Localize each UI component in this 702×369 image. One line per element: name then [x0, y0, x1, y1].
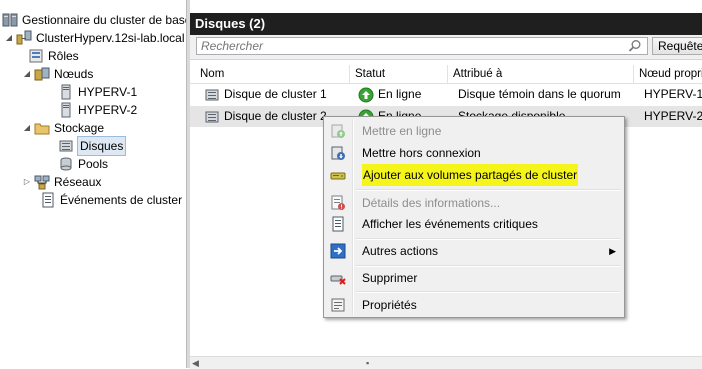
collapse-arrow-icon[interactable]: ◢ — [4, 29, 14, 47]
roles-icon — [29, 49, 43, 63]
menu-label: Afficher les événements critiques — [362, 217, 538, 231]
top-strip — [190, 0, 702, 13]
menu-item-more-actions[interactable]: Autres actions ▶ — [326, 240, 622, 262]
menu-label: Propriétés — [362, 298, 417, 312]
page-title: Disques (2) — [190, 13, 702, 35]
server-icon — [61, 84, 71, 100]
tree-networks-label: Réseaux — [54, 175, 102, 189]
menu-item-bring-online[interactable]: Mettre en ligne — [326, 120, 622, 142]
tree-item-nodes[interactable]: ◢ Nœuds — [22, 65, 93, 83]
tree-item-storage[interactable]: ◢ Stockage — [22, 119, 104, 137]
column-header-assigned[interactable]: Attribué à — [448, 65, 634, 83]
scroll-left-icon[interactable]: ◀ — [192, 358, 199, 369]
take-offline-icon — [331, 146, 345, 160]
column-header-status[interactable]: Statut — [350, 65, 448, 83]
tree-events-label: Événements de cluster — [60, 193, 183, 207]
submenu-arrow-icon: ▶ — [609, 246, 616, 256]
nodes-icon — [34, 67, 50, 81]
disk-icon — [205, 111, 219, 122]
menu-item-add-to-csv[interactable]: Ajouter aux volumes partagés de cluster — [326, 164, 622, 186]
menu-separator — [356, 189, 620, 191]
search-input[interactable] — [196, 37, 648, 55]
assigned-cell: Disque témoin dans le quorum — [458, 87, 621, 101]
column-header-name[interactable]: Nom — [195, 65, 350, 83]
horizontal-scrollbar[interactable]: ◀ ▪ — [190, 356, 702, 369]
pool-icon — [60, 157, 72, 171]
context-menu: Mettre en ligne Mettre hors connexion Aj… — [323, 116, 625, 318]
shared-volume-icon — [330, 172, 346, 180]
scroll-thumb-icon[interactable]: ▪ — [366, 358, 369, 368]
tree-item-node2[interactable]: HYPERV-2 — [58, 101, 137, 119]
menu-item-properties[interactable]: Propriétés — [326, 294, 622, 316]
network-icon — [34, 175, 50, 190]
disk-icon — [205, 89, 219, 100]
search-bar: Requêtes — [190, 35, 702, 60]
event-log-icon — [42, 192, 54, 208]
collapse-arrow-icon[interactable]: ◢ — [22, 119, 32, 137]
queries-button[interactable]: Requêtes — [652, 37, 702, 55]
server-icon — [61, 102, 71, 118]
status-text: En ligne — [378, 87, 422, 101]
menu-label: Autres actions — [362, 244, 439, 258]
tree-node1-label: HYPERV-1 — [78, 85, 138, 99]
menu-label: Ajouter aux volumes partagés de cluster — [362, 164, 579, 186]
tree-item-roles[interactable]: Rôles — [28, 47, 79, 65]
tree-root[interactable]: Gestionnaire du cluster de basculement — [2, 11, 186, 29]
tree-roles-label: Rôles — [48, 49, 79, 63]
status-cell: En ligne — [358, 84, 448, 105]
tree-item-disks[interactable]: Disques — [58, 136, 127, 156]
properties-icon — [331, 298, 345, 312]
menu-item-critical-events[interactable]: Afficher les événements critiques — [326, 213, 622, 235]
tree-nodes-label: Nœuds — [54, 67, 94, 81]
tree-pools-label: Pools — [78, 157, 109, 171]
disk-name-cell: Disque de cluster 1 — [204, 84, 354, 105]
disk-name: Disque de cluster 2 — [224, 109, 327, 123]
tree-node2-label: HYPERV-2 — [78, 103, 138, 117]
collapse-arrow-icon[interactable]: ◢ — [22, 65, 32, 83]
column-header-owner[interactable]: Nœud propriétaire — [634, 65, 702, 83]
owner-cell: HYPERV-1 — [644, 87, 702, 101]
tree-root-label: Gestionnaire du cluster de basculement — [22, 13, 186, 27]
bring-online-icon — [331, 124, 345, 138]
menu-item-delete[interactable]: Supprimer — [326, 267, 622, 289]
tree-item-pools[interactable]: Pools — [58, 155, 108, 173]
menu-label: Détails des informations... — [362, 196, 501, 210]
grid-header: Nom Statut Attribué à Nœud propriétaire — [190, 65, 702, 84]
menu-separator — [356, 291, 620, 293]
table-row[interactable]: Disque de cluster 1 En ligne Disque témo… — [190, 84, 702, 105]
tree-storage-label: Stockage — [54, 121, 105, 135]
tree-cluster-label: ClusterHyperv.12si-lab.local — [36, 31, 185, 45]
disk-name: Disque de cluster 1 — [224, 87, 327, 101]
menu-label: Mettre hors connexion — [362, 146, 481, 160]
online-arrow-icon — [358, 87, 374, 102]
tree-item-node1[interactable]: HYPERV-1 — [58, 83, 137, 101]
critical-events-icon — [332, 216, 344, 232]
expand-arrow-icon[interactable]: ▷ — [22, 173, 32, 191]
more-actions-icon — [330, 243, 346, 259]
disk-icon — [59, 140, 73, 152]
cluster-icon — [16, 30, 32, 45]
owner-cell: HYPERV-2 — [644, 109, 702, 123]
menu-label: Mettre en ligne — [362, 124, 442, 138]
cluster-manager-icon — [2, 13, 18, 27]
menu-item-info-details[interactable]: Détails des informations... — [326, 192, 622, 214]
tree-item-networks[interactable]: ▷ Réseaux — [22, 173, 101, 191]
delete-icon — [330, 275, 346, 285]
info-details-icon — [331, 195, 345, 210]
tree-disks-label: Disques — [76, 136, 127, 156]
navigation-tree: Gestionnaire du cluster de basculement ◢… — [0, 0, 186, 368]
menu-label: Supprimer — [362, 271, 418, 285]
tree-item-events[interactable]: Événements de cluster — [40, 191, 182, 209]
storage-folder-icon — [34, 123, 50, 135]
search-icon[interactable] — [628, 39, 642, 53]
menu-item-take-offline[interactable]: Mettre hors connexion — [326, 142, 622, 164]
tree-item-cluster[interactable]: ◢ ClusterHyperv.12si-lab.local — [4, 29, 185, 47]
